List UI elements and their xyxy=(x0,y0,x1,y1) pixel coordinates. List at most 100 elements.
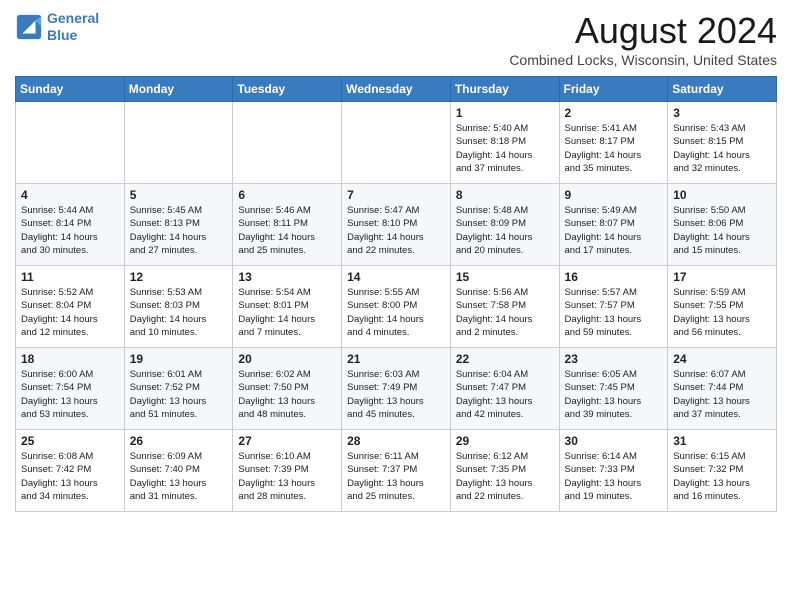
calendar-cell: 11Sunrise: 5:52 AM Sunset: 8:04 PM Dayli… xyxy=(16,266,125,348)
weekday-header-row: SundayMondayTuesdayWednesdayThursdayFrid… xyxy=(16,77,777,102)
day-number: 14 xyxy=(347,270,445,284)
day-number: 17 xyxy=(673,270,771,284)
day-info: Sunrise: 5:44 AM Sunset: 8:14 PM Dayligh… xyxy=(21,204,119,257)
logo-icon xyxy=(15,13,43,41)
day-number: 8 xyxy=(456,188,554,202)
page-header: General Blue August 2024 Combined Locks,… xyxy=(15,10,777,68)
day-info: Sunrise: 6:12 AM Sunset: 7:35 PM Dayligh… xyxy=(456,450,554,503)
day-info: Sunrise: 6:02 AM Sunset: 7:50 PM Dayligh… xyxy=(238,368,336,421)
day-info: Sunrise: 5:49 AM Sunset: 8:07 PM Dayligh… xyxy=(565,204,663,257)
week-row-4: 18 Sunrise: 6:00 AM Sunset: 7:54 PM Dayli… xyxy=(16,348,777,430)
day-number: 13 xyxy=(238,270,336,284)
day-info: Sunrise: 5:48 AM Sunset: 8:09 PM Dayligh… xyxy=(456,204,554,257)
day-info: Sunrise: 5:55 AM Sunset: 8:00 PM Dayligh… xyxy=(347,286,445,339)
day-info: Sunrise: 5:47 AM Sunset: 8:10 PM Dayligh… xyxy=(347,204,445,257)
calendar-cell: 27 Sunrise: 6:10 AM Sunset: 7:39 PM Dayli… xyxy=(233,430,342,512)
logo-line1: General xyxy=(47,10,99,26)
day-info: Sunrise: 5:45 AM Sunset: 8:13 PM Dayligh… xyxy=(130,204,228,257)
calendar-cell: 18 Sunrise: 6:00 AM Sunset: 7:54 PM Dayli… xyxy=(16,348,125,430)
day-number: 6 xyxy=(238,188,336,202)
calendar-cell: 22 Sunrise: 6:04 AM Sunset: 7:47 PM Dayli… xyxy=(450,348,559,430)
day-number: 31 xyxy=(673,434,771,448)
day-number: 2 xyxy=(565,106,663,120)
day-info: Sunrise: 6:05 AM Sunset: 7:45 PM Dayligh… xyxy=(565,368,663,421)
day-number: 3 xyxy=(673,106,771,120)
calendar-cell: 4Sunrise: 5:44 AM Sunset: 8:14 PM Daylig… xyxy=(16,184,125,266)
day-number: 10 xyxy=(673,188,771,202)
calendar-cell: 28Sunrise: 6:11 AM Sunset: 7:37 PM Dayli… xyxy=(342,430,451,512)
weekday-header-tuesday: Tuesday xyxy=(233,77,342,102)
day-info: Sunrise: 5:59 AM Sunset: 7:55 PM Dayligh… xyxy=(673,286,771,339)
weekday-header-monday: Monday xyxy=(124,77,233,102)
day-number: 25 xyxy=(21,434,119,448)
day-number: 23 xyxy=(565,352,663,366)
weekday-header-sunday: Sunday xyxy=(16,77,125,102)
day-info: Sunrise: 5:46 AM Sunset: 8:11 PM Dayligh… xyxy=(238,204,336,257)
day-number: 27 xyxy=(238,434,336,448)
day-info: Sunrise: 5:54 AM Sunset: 8:01 PM Dayligh… xyxy=(238,286,336,339)
calendar-cell: 19 Sunrise: 6:01 AM Sunset: 7:52 PM Dayli… xyxy=(124,348,233,430)
calendar-cell xyxy=(342,102,451,184)
day-info: Sunrise: 6:01 AM Sunset: 7:52 PM Dayligh… xyxy=(130,368,228,421)
calendar-cell: 10 Sunrise: 5:50 AM Sunset: 8:06 PM Dayli… xyxy=(668,184,777,266)
day-info: Sunrise: 6:00 AM Sunset: 7:54 PM Dayligh… xyxy=(21,368,119,421)
calendar-cell: 13 Sunrise: 5:54 AM Sunset: 8:01 PM Dayli… xyxy=(233,266,342,348)
calendar-cell: 30 Sunrise: 6:14 AM Sunset: 7:33 PM Dayli… xyxy=(559,430,668,512)
day-number: 19 xyxy=(130,352,228,366)
calendar-cell xyxy=(124,102,233,184)
calendar-cell: 14 Sunrise: 5:55 AM Sunset: 8:00 PM Dayli… xyxy=(342,266,451,348)
logo-text: General Blue xyxy=(47,10,99,44)
calendar-cell: 6 Sunrise: 5:46 AM Sunset: 8:11 PM Daylig… xyxy=(233,184,342,266)
calendar-cell: 8 Sunrise: 5:48 AM Sunset: 8:09 PM Daylig… xyxy=(450,184,559,266)
calendar-cell: 23 Sunrise: 6:05 AM Sunset: 7:45 PM Dayli… xyxy=(559,348,668,430)
calendar-cell: 25 Sunrise: 6:08 AM Sunset: 7:42 PM Dayli… xyxy=(16,430,125,512)
logo: General Blue xyxy=(15,10,99,44)
day-number: 9 xyxy=(565,188,663,202)
day-info: Sunrise: 6:04 AM Sunset: 7:47 PM Dayligh… xyxy=(456,368,554,421)
calendar-cell: 12Sunrise: 5:53 AM Sunset: 8:03 PM Dayli… xyxy=(124,266,233,348)
calendar-cell: 9 Sunrise: 5:49 AM Sunset: 8:07 PM Daylig… xyxy=(559,184,668,266)
week-row-5: 25 Sunrise: 6:08 AM Sunset: 7:42 PM Dayli… xyxy=(16,430,777,512)
calendar-cell: 1Sunrise: 5:40 AM Sunset: 8:18 PM Daylig… xyxy=(450,102,559,184)
day-number: 28 xyxy=(347,434,445,448)
week-row-3: 11Sunrise: 5:52 AM Sunset: 8:04 PM Dayli… xyxy=(16,266,777,348)
day-number: 22 xyxy=(456,352,554,366)
day-info: Sunrise: 5:57 AM Sunset: 7:57 PM Dayligh… xyxy=(565,286,663,339)
day-info: Sunrise: 5:40 AM Sunset: 8:18 PM Dayligh… xyxy=(456,122,554,175)
calendar-cell: 16Sunrise: 5:57 AM Sunset: 7:57 PM Dayli… xyxy=(559,266,668,348)
weekday-header-thursday: Thursday xyxy=(450,77,559,102)
day-number: 18 xyxy=(21,352,119,366)
weekday-header-saturday: Saturday xyxy=(668,77,777,102)
day-info: Sunrise: 5:50 AM Sunset: 8:06 PM Dayligh… xyxy=(673,204,771,257)
location: Combined Locks, Wisconsin, United States xyxy=(509,52,777,68)
day-info: Sunrise: 6:14 AM Sunset: 7:33 PM Dayligh… xyxy=(565,450,663,503)
title-block: August 2024 Combined Locks, Wisconsin, U… xyxy=(509,10,777,68)
calendar-cell xyxy=(16,102,125,184)
weekday-header-wednesday: Wednesday xyxy=(342,77,451,102)
day-number: 30 xyxy=(565,434,663,448)
day-info: Sunrise: 6:10 AM Sunset: 7:39 PM Dayligh… xyxy=(238,450,336,503)
calendar-cell: 29 Sunrise: 6:12 AM Sunset: 7:35 PM Dayli… xyxy=(450,430,559,512)
calendar-cell: 24 Sunrise: 6:07 AM Sunset: 7:44 PM Dayli… xyxy=(668,348,777,430)
day-info: Sunrise: 6:07 AM Sunset: 7:44 PM Dayligh… xyxy=(673,368,771,421)
calendar-cell: 3 Sunrise: 5:43 AM Sunset: 8:15 PM Daylig… xyxy=(668,102,777,184)
calendar-cell: 21Sunrise: 6:03 AM Sunset: 7:49 PM Dayli… xyxy=(342,348,451,430)
calendar-cell: 5Sunrise: 5:45 AM Sunset: 8:13 PM Daylig… xyxy=(124,184,233,266)
calendar-cell: 20Sunrise: 6:02 AM Sunset: 7:50 PM Dayli… xyxy=(233,348,342,430)
day-info: Sunrise: 5:43 AM Sunset: 8:15 PM Dayligh… xyxy=(673,122,771,175)
day-number: 29 xyxy=(456,434,554,448)
calendar-cell: 15 Sunrise: 5:56 AM Sunset: 7:58 PM Dayli… xyxy=(450,266,559,348)
calendar-cell xyxy=(233,102,342,184)
calendar-table: SundayMondayTuesdayWednesdayThursdayFrid… xyxy=(15,76,777,512)
day-number: 24 xyxy=(673,352,771,366)
day-info: Sunrise: 5:56 AM Sunset: 7:58 PM Dayligh… xyxy=(456,286,554,339)
day-info: Sunrise: 6:03 AM Sunset: 7:49 PM Dayligh… xyxy=(347,368,445,421)
day-number: 26 xyxy=(130,434,228,448)
day-info: Sunrise: 6:09 AM Sunset: 7:40 PM Dayligh… xyxy=(130,450,228,503)
day-number: 12 xyxy=(130,270,228,284)
day-number: 15 xyxy=(456,270,554,284)
logo-line2: Blue xyxy=(47,27,77,43)
day-info: Sunrise: 6:15 AM Sunset: 7:32 PM Dayligh… xyxy=(673,450,771,503)
day-info: Sunrise: 6:08 AM Sunset: 7:42 PM Dayligh… xyxy=(21,450,119,503)
day-info: Sunrise: 5:41 AM Sunset: 8:17 PM Dayligh… xyxy=(565,122,663,175)
